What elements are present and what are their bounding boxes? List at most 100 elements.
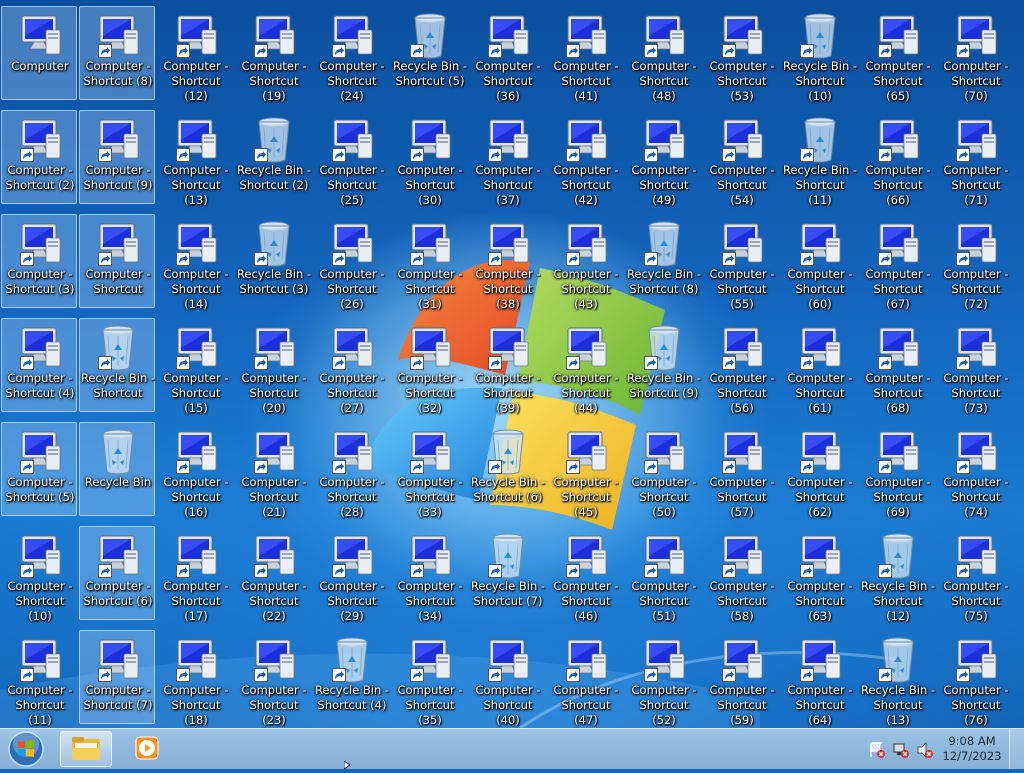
desktop-icon[interactable]: Computer - Shortcut (60) [781, 214, 857, 311]
desktop-icon[interactable]: Computer - Shortcut (43) [547, 214, 623, 311]
desktop-icon[interactable]: Computer - Shortcut (33) [391, 422, 467, 519]
desktop-icon[interactable]: Computer - Shortcut (61) [781, 318, 857, 415]
desktop-icon[interactable]: Recycle Bin - Shortcut (4) [313, 630, 389, 724]
desktop-icon[interactable]: Computer - Shortcut (70) [937, 6, 1013, 103]
volume-icon[interactable] [916, 741, 934, 759]
desktop-icon[interactable]: Computer - Shortcut (34) [391, 526, 467, 623]
desktop-icon[interactable]: Computer - Shortcut (46) [547, 526, 623, 623]
desktop-icon[interactable]: Computer - Shortcut (37) [469, 110, 545, 207]
start-button[interactable] [4, 729, 48, 769]
desktop-icon[interactable]: Computer - Shortcut (71) [937, 110, 1013, 207]
desktop-icon[interactable]: Recycle Bin [79, 422, 155, 516]
desktop-icon[interactable]: Computer - Shortcut (15) [157, 318, 233, 415]
desktop-icon[interactable]: Computer - Shortcut (57) [703, 422, 779, 519]
desktop-icon[interactable]: Recycle Bin - Shortcut (5) [391, 6, 467, 100]
desktop-icon[interactable]: Computer - Shortcut (44) [547, 318, 623, 415]
desktop-icon[interactable]: Computer - Shortcut (66) [859, 110, 935, 207]
desktop-icon[interactable]: Recycle Bin - Shortcut (13) [859, 630, 935, 727]
desktop-icon[interactable]: Computer - Shortcut (20) [235, 318, 311, 415]
desktop-icon[interactable]: Computer - Shortcut (11) [1, 630, 77, 727]
desktop-icon[interactable]: Computer - Shortcut (62) [781, 422, 857, 519]
desktop-icon[interactable]: Computer - Shortcut (54) [703, 110, 779, 207]
desktop-icon[interactable]: Computer - Shortcut (10) [1, 526, 77, 623]
desktop-icon[interactable]: Computer - Shortcut (36) [469, 6, 545, 103]
taskbar-windows-explorer-button[interactable] [60, 731, 112, 767]
desktop-icon[interactable]: Computer - Shortcut (9) [79, 110, 155, 204]
desktop-icon[interactable]: Recycle Bin - Shortcut (10) [781, 6, 857, 103]
desktop-icon[interactable]: Computer - Shortcut (56) [703, 318, 779, 415]
desktop-icon[interactable]: Recycle Bin - Shortcut (12) [859, 526, 935, 623]
desktop-icon[interactable]: Computer - Shortcut (38) [469, 214, 545, 311]
desktop-icon[interactable]: Computer - Shortcut (41) [547, 6, 623, 103]
desktop-icon[interactable]: Computer - Shortcut (72) [937, 214, 1013, 311]
desktop-icon[interactable]: Computer - Shortcut (74) [937, 422, 1013, 519]
desktop-icon[interactable]: Computer - Shortcut (23) [235, 630, 311, 727]
desktop-icon[interactable]: Computer - Shortcut (42) [547, 110, 623, 207]
desktop-icon[interactable]: Computer - Shortcut (39) [469, 318, 545, 415]
desktop-icon[interactable]: Computer - Shortcut (73) [937, 318, 1013, 415]
desktop-icon[interactable]: Computer - Shortcut (8) [79, 6, 155, 100]
clock[interactable]: 9:08 AM 12/7/2023 [942, 734, 1002, 764]
desktop-icon[interactable]: Computer - Shortcut (12) [157, 6, 233, 103]
desktop-icon[interactable]: Computer - Shortcut (18) [157, 630, 233, 727]
network-icon[interactable] [892, 741, 910, 759]
desktop-icon[interactable]: Computer - Shortcut (45) [547, 422, 623, 519]
desktop-icon[interactable]: Computer - Shortcut (59) [703, 630, 779, 727]
desktop-icon[interactable]: Computer - Shortcut (49) [625, 110, 701, 207]
desktop-icon[interactable]: Computer - Shortcut (17) [157, 526, 233, 623]
desktop-icon[interactable]: Recycle Bin - Shortcut (6) [469, 422, 545, 516]
taskbar-media-player-button[interactable] [128, 731, 180, 767]
desktop-icon[interactable]: Computer - Shortcut (53) [703, 6, 779, 103]
desktop-icon[interactable]: Computer - Shortcut (25) [313, 110, 389, 207]
action-center-icon[interactable] [868, 741, 886, 759]
desktop-icon[interactable]: Computer - Shortcut (76) [937, 630, 1013, 727]
desktop-icon[interactable]: Computer - Shortcut (21) [235, 422, 311, 519]
desktop-icon[interactable]: Recycle Bin - Shortcut (8) [625, 214, 701, 308]
desktop-icon[interactable]: Computer - Shortcut (22) [235, 526, 311, 623]
desktop-icon[interactable]: Computer - Shortcut [79, 214, 155, 308]
desktop-icon[interactable]: Computer - Shortcut (35) [391, 630, 467, 727]
show-desktop-button[interactable] [1009, 729, 1024, 769]
desktop-icon[interactable]: Computer - Shortcut (58) [703, 526, 779, 623]
desktop-icon[interactable]: Recycle Bin - Shortcut (7) [469, 526, 545, 620]
desktop-icon[interactable]: Computer - Shortcut (75) [937, 526, 1013, 623]
desktop-icon[interactable]: Computer - Shortcut (4) [1, 318, 77, 412]
desktop-icon[interactable]: Computer [1, 6, 77, 100]
desktop-icon[interactable]: Computer - Shortcut (40) [469, 630, 545, 727]
desktop-icon[interactable]: Computer - Shortcut (64) [781, 630, 857, 727]
desktop-icon[interactable]: Computer - Shortcut (55) [703, 214, 779, 311]
desktop-icon[interactable]: Recycle Bin - Shortcut (3) [235, 214, 311, 308]
desktop-icon[interactable]: Computer - Shortcut (63) [781, 526, 857, 623]
desktop-icon[interactable]: Computer - Shortcut (27) [313, 318, 389, 415]
desktop-icon[interactable]: Computer - Shortcut (67) [859, 214, 935, 311]
desktop-icon[interactable]: Computer - Shortcut (68) [859, 318, 935, 415]
desktop-icon[interactable]: Computer - Shortcut (32) [391, 318, 467, 415]
desktop-icon[interactable]: Computer - Shortcut (28) [313, 422, 389, 519]
desktop-icon[interactable]: Computer - Shortcut (51) [625, 526, 701, 623]
desktop-icon[interactable]: Computer - Shortcut (48) [625, 6, 701, 103]
desktop-icon[interactable]: Computer - Shortcut (6) [79, 526, 155, 620]
desktop-icon[interactable]: Computer - Shortcut (29) [313, 526, 389, 623]
desktop-icon[interactable]: Computer - Shortcut (19) [235, 6, 311, 103]
desktop-icon[interactable]: Computer - Shortcut (52) [625, 630, 701, 727]
desktop-icon[interactable]: Computer - Shortcut (13) [157, 110, 233, 207]
desktop-icon[interactable]: Computer - Shortcut (5) [1, 422, 77, 516]
desktop-icon[interactable]: Computer - Shortcut (69) [859, 422, 935, 519]
desktop-icon[interactable]: Computer - Shortcut (3) [1, 214, 77, 308]
desktop-icon[interactable]: Computer - Shortcut (47) [547, 630, 623, 727]
desktop-icon[interactable]: Computer - Shortcut (14) [157, 214, 233, 311]
desktop-icon[interactable]: Computer - Shortcut (7) [79, 630, 155, 724]
desktop-icon[interactable]: Computer - Shortcut (2) [1, 110, 77, 204]
desktop[interactable]: Computer Computer - Shortcut (2) Computer … [0, 0, 1024, 728]
desktop-icon[interactable]: Recycle Bin - Shortcut (11) [781, 110, 857, 207]
desktop-icon[interactable]: Recycle Bin - Shortcut (9) [625, 318, 701, 412]
desktop-icon[interactable]: Computer - Shortcut (65) [859, 6, 935, 103]
desktop-icon[interactable]: Computer - Shortcut (26) [313, 214, 389, 311]
desktop-icon[interactable]: Computer - Shortcut (16) [157, 422, 233, 519]
desktop-icon[interactable]: Computer - Shortcut (31) [391, 214, 467, 311]
desktop-icon[interactable]: Computer - Shortcut (24) [313, 6, 389, 103]
desktop-icon[interactable]: Recycle Bin - Shortcut (2) [235, 110, 311, 204]
desktop-icon[interactable]: Recycle Bin - Shortcut [79, 318, 155, 412]
desktop-icon[interactable]: Computer - Shortcut (50) [625, 422, 701, 519]
desktop-icon[interactable]: Computer - Shortcut (30) [391, 110, 467, 207]
